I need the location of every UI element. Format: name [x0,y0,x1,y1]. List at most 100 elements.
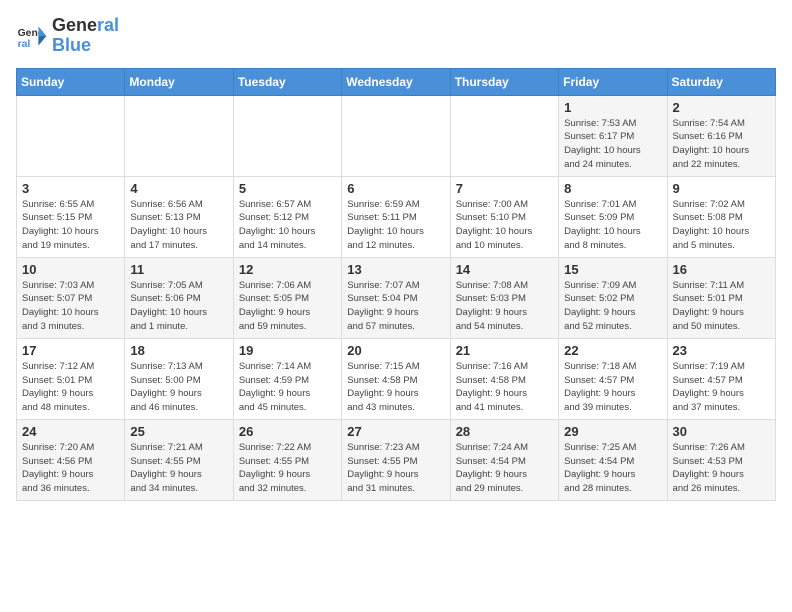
weekday-header-friday: Friday [559,68,667,95]
day-detail: Sunrise: 7:05 AMSunset: 5:06 PMDaylight:… [130,279,227,334]
calendar-cell: 18 Sunrise: 7:13 AMSunset: 5:00 PMDayligh… [125,338,233,419]
day-detail: Sunrise: 7:01 AMSunset: 5:09 PMDaylight:… [564,198,661,253]
day-number: 3 [22,181,119,196]
calendar-cell [233,95,341,176]
day-detail: Sunrise: 7:19 AMSunset: 4:57 PMDaylight:… [673,360,770,415]
calendar-week-2: 10 Sunrise: 7:03 AMSunset: 5:07 PMDayligh… [17,257,776,338]
day-number: 4 [130,181,227,196]
calendar-cell: 17Sunrise: 7:12 AMSunset: 5:01 PMDayligh… [17,338,125,419]
day-detail: Sunrise: 7:12 AMSunset: 5:01 PMDaylight:… [22,360,119,415]
calendar-cell: 20 Sunrise: 7:15 AMSunset: 4:58 PMDayligh… [342,338,450,419]
day-detail: Sunrise: 7:14 AMSunset: 4:59 PMDaylight:… [239,360,336,415]
calendar-cell: 2Sunrise: 7:54 AMSunset: 6:16 PMDaylight… [667,95,775,176]
day-number: 6 [347,181,444,196]
day-number: 8 [564,181,661,196]
calendar-cell: 24Sunrise: 7:20 AMSunset: 4:56 PMDayligh… [17,419,125,500]
day-number: 12 [239,262,336,277]
calendar-cell: 5 Sunrise: 6:57 AMSunset: 5:12 PMDaylight… [233,176,341,257]
calendar-cell: 14Sunrise: 7:08 AMSunset: 5:03 PMDayligh… [450,257,558,338]
weekday-header-thursday: Thursday [450,68,558,95]
calendar-cell: 9Sunrise: 7:02 AMSunset: 5:08 PMDaylight… [667,176,775,257]
day-number: 10 [22,262,119,277]
day-detail: Sunrise: 7:15 AMSunset: 4:58 PMDaylight:… [347,360,444,415]
calendar-cell: 23 Sunrise: 7:19 AMSunset: 4:57 PMDayligh… [667,338,775,419]
calendar-cell [342,95,450,176]
calendar-cell [450,95,558,176]
day-detail: Sunrise: 7:06 AMSunset: 5:05 PMDaylight:… [239,279,336,334]
calendar-cell: 29Sunrise: 7:25 AMSunset: 4:54 PMDayligh… [559,419,667,500]
day-detail: Sunrise: 7:07 AMSunset: 5:04 PMDaylight:… [347,279,444,334]
day-number: 25 [130,424,227,439]
weekday-header-monday: Monday [125,68,233,95]
day-detail: Sunrise: 7:00 AMSunset: 5:10 PMDaylight:… [456,198,553,253]
calendar-cell: 26 Sunrise: 7:22 AMSunset: 4:55 PMDayligh… [233,419,341,500]
day-detail: Sunrise: 7:53 AMSunset: 6:17 PMDaylight:… [564,117,661,172]
day-number: 7 [456,181,553,196]
day-number: 26 [239,424,336,439]
calendar-cell: 6 Sunrise: 6:59 AMSunset: 5:11 PMDaylight… [342,176,450,257]
day-detail: Sunrise: 7:13 AMSunset: 5:00 PMDaylight:… [130,360,227,415]
calendar-cell: 13 Sunrise: 7:07 AMSunset: 5:04 PMDayligh… [342,257,450,338]
svg-text:ral: ral [18,39,31,50]
day-detail: Sunrise: 7:09 AMSunset: 5:02 PMDaylight:… [564,279,661,334]
calendar-week-3: 17Sunrise: 7:12 AMSunset: 5:01 PMDayligh… [17,338,776,419]
calendar-cell: 27 Sunrise: 7:23 AMSunset: 4:55 PMDayligh… [342,419,450,500]
calendar-cell: 30Sunrise: 7:26 AMSunset: 4:53 PMDayligh… [667,419,775,500]
calendar-cell: 19 Sunrise: 7:14 AMSunset: 4:59 PMDayligh… [233,338,341,419]
day-detail: Sunrise: 6:56 AMSunset: 5:13 PMDaylight:… [130,198,227,253]
logo: Gene ral General Blue [16,16,119,56]
day-detail: Sunrise: 6:57 AMSunset: 5:12 PMDaylight:… [239,198,336,253]
calendar-cell: 8 Sunrise: 7:01 AMSunset: 5:09 PMDaylight… [559,176,667,257]
day-number: 14 [456,262,553,277]
day-number: 5 [239,181,336,196]
calendar-cell [17,95,125,176]
day-detail: Sunrise: 7:24 AMSunset: 4:54 PMDaylight:… [456,441,553,496]
day-detail: Sunrise: 7:23 AMSunset: 4:55 PMDaylight:… [347,441,444,496]
calendar-cell: 3 Sunrise: 6:55 AMSunset: 5:15 PMDaylight… [17,176,125,257]
day-detail: Sunrise: 7:16 AMSunset: 4:58 PMDaylight:… [456,360,553,415]
calendar-cell: 21Sunrise: 7:16 AMSunset: 4:58 PMDayligh… [450,338,558,419]
calendar-cell: 11 Sunrise: 7:05 AMSunset: 5:06 PMDayligh… [125,257,233,338]
day-number: 13 [347,262,444,277]
day-detail: Sunrise: 7:18 AMSunset: 4:57 PMDaylight:… [564,360,661,415]
day-number: 27 [347,424,444,439]
weekday-header-tuesday: Tuesday [233,68,341,95]
day-detail: Sunrise: 7:11 AMSunset: 5:01 PMDaylight:… [673,279,770,334]
day-number: 20 [347,343,444,358]
weekday-header-saturday: Saturday [667,68,775,95]
day-detail: Sunrise: 7:21 AMSunset: 4:55 PMDaylight:… [130,441,227,496]
day-detail: Sunrise: 7:03 AMSunset: 5:07 PMDaylight:… [22,279,119,334]
calendar-week-0: 1Sunrise: 7:53 AMSunset: 6:17 PMDaylight… [17,95,776,176]
calendar-cell: 15 Sunrise: 7:09 AMSunset: 5:02 PMDayligh… [559,257,667,338]
page-header: Gene ral General Blue [16,16,776,56]
calendar-cell: 16Sunrise: 7:11 AMSunset: 5:01 PMDayligh… [667,257,775,338]
calendar-cell: 25 Sunrise: 7:21 AMSunset: 4:55 PMDayligh… [125,419,233,500]
day-number: 11 [130,262,227,277]
day-detail: Sunrise: 7:22 AMSunset: 4:55 PMDaylight:… [239,441,336,496]
calendar-table: SundayMondayTuesdayWednesdayThursdayFrid… [16,68,776,501]
day-number: 19 [239,343,336,358]
day-number: 15 [564,262,661,277]
calendar-week-4: 24Sunrise: 7:20 AMSunset: 4:56 PMDayligh… [17,419,776,500]
logo-text-line1: General [52,16,119,36]
day-number: 24 [22,424,119,439]
day-detail: Sunrise: 7:54 AMSunset: 6:16 PMDaylight:… [673,117,770,172]
calendar-cell: 10 Sunrise: 7:03 AMSunset: 5:07 PMDayligh… [17,257,125,338]
day-detail: Sunrise: 6:59 AMSunset: 5:11 PMDaylight:… [347,198,444,253]
calendar-cell: 28 Sunrise: 7:24 AMSunset: 4:54 PMDayligh… [450,419,558,500]
logo-icon: Gene ral [16,20,48,52]
day-detail: Sunrise: 7:25 AMSunset: 4:54 PMDaylight:… [564,441,661,496]
weekday-header-row: SundayMondayTuesdayWednesdayThursdayFrid… [17,68,776,95]
day-number: 23 [673,343,770,358]
day-number: 9 [673,181,770,196]
day-number: 30 [673,424,770,439]
day-number: 18 [130,343,227,358]
logo-text-line2: Blue [52,36,119,56]
calendar-cell [125,95,233,176]
day-detail: Sunrise: 6:55 AMSunset: 5:15 PMDaylight:… [22,198,119,253]
weekday-header-sunday: Sunday [17,68,125,95]
day-number: 28 [456,424,553,439]
calendar-cell: 22Sunrise: 7:18 AMSunset: 4:57 PMDayligh… [559,338,667,419]
calendar-cell: 12 Sunrise: 7:06 AMSunset: 5:05 PMDayligh… [233,257,341,338]
calendar-cell: 4 Sunrise: 6:56 AMSunset: 5:13 PMDaylight… [125,176,233,257]
